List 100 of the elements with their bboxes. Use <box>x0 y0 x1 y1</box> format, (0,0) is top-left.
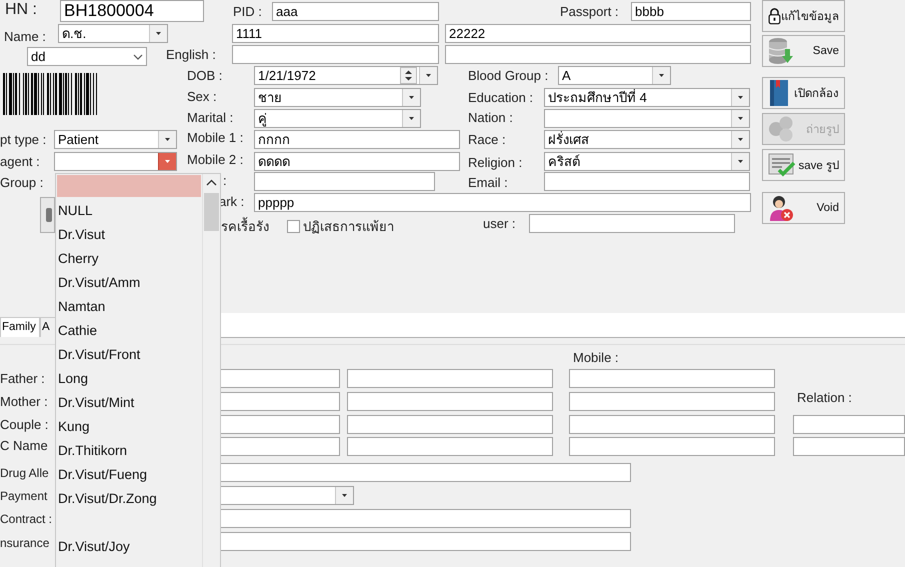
toolbar-button[interactable]: Save <box>762 35 845 67</box>
list-item[interactable]: Namtan <box>57 295 201 319</box>
list-item[interactable]: Dr.Visut <box>57 223 201 247</box>
text-field[interactable] <box>569 392 775 411</box>
database-icon <box>768 37 794 65</box>
scrollbar-thumb[interactable] <box>204 193 219 231</box>
list-item[interactable]: Dr.Visut/Joy <box>57 535 201 559</box>
field-label: Blood Group : <box>468 68 548 84</box>
text-field[interactable] <box>220 532 631 551</box>
field-label: user : <box>483 216 516 232</box>
field-label: Mobile : <box>573 350 619 366</box>
text-field[interactable] <box>445 45 751 64</box>
field-label: Mobile 1 : <box>187 130 244 146</box>
list-item[interactable]: NULL <box>57 199 201 223</box>
list-item[interactable]: Long <box>57 367 201 391</box>
text-field[interactable] <box>254 172 435 191</box>
list-item[interactable]: Kung <box>57 415 201 439</box>
text-field[interactable] <box>347 415 553 434</box>
field-label: Father : <box>0 371 45 387</box>
toolbar-button[interactable]: เปิดกล้อง <box>762 77 845 109</box>
text-field[interactable] <box>220 509 631 528</box>
text-field[interactable] <box>220 437 340 456</box>
text-field[interactable] <box>569 437 775 456</box>
list-item[interactable]: Dr.Visut/Amm <box>57 271 201 295</box>
list-item[interactable]: Dr.Visut/Dr.Zong <box>57 487 201 511</box>
chevron-icon <box>132 52 144 60</box>
text-field[interactable] <box>793 437 905 456</box>
checkbox[interactable] <box>287 220 300 233</box>
toolbar-button[interactable]: Void <box>762 192 845 224</box>
text-field[interactable] <box>569 415 775 434</box>
field-label: Mother : <box>0 394 48 410</box>
text-field[interactable] <box>529 214 735 233</box>
dropdown-field[interactable]: ชาย <box>254 88 421 107</box>
field-label: HN : <box>5 2 37 18</box>
list-item[interactable]: Dr.Visut/Fueng <box>57 463 201 487</box>
dropdown-field[interactable]: ฝรั่งเศส <box>544 130 750 149</box>
text-field[interactable]: BH1800004 <box>60 0 204 22</box>
field-label: : <box>223 173 227 189</box>
toolbar-button[interactable]: save รูป <box>762 149 845 181</box>
list-item[interactable]: Dr.Visut/Front <box>57 343 201 367</box>
dropdown-field[interactable] <box>544 109 750 128</box>
field-label: agent : <box>0 154 40 170</box>
text-field[interactable] <box>347 369 553 388</box>
text-field[interactable]: 22222 <box>445 24 751 43</box>
field-label: Drug Alle <box>0 465 49 481</box>
text-field[interactable] <box>220 415 340 434</box>
field-label: Passport : <box>560 4 619 20</box>
field-label: Nation : <box>468 110 513 126</box>
list-item[interactable]: Dr.Thitikorn <box>57 439 201 463</box>
person-icon <box>768 194 794 222</box>
text-field[interactable] <box>220 369 340 388</box>
dropdown-field[interactable] <box>220 486 354 505</box>
dropdown-field[interactable]: ด.ช. <box>58 24 168 43</box>
field-label: C Name <box>0 438 48 454</box>
text-field[interactable] <box>793 415 905 434</box>
text-field[interactable] <box>232 45 439 64</box>
text-field[interactable] <box>569 369 775 388</box>
field-label: pt type : <box>0 132 46 148</box>
text-field[interactable]: กกกก <box>254 130 460 149</box>
text-field[interactable]: ppppp <box>254 193 751 212</box>
text-field[interactable] <box>544 172 750 191</box>
field-label: Race : <box>468 132 506 148</box>
list-item[interactable]: Cathie <box>57 319 201 343</box>
dropdown-field[interactable]: ประถมศึกษาปีที่ 4 <box>544 88 750 107</box>
text-field[interactable]: 1111 <box>232 24 439 43</box>
text-field[interactable] <box>347 437 553 456</box>
tab[interactable]: A <box>40 317 56 337</box>
field-label: Sex : <box>187 89 217 105</box>
field-label: รคเรื้อรัง <box>221 219 269 235</box>
field-label: Couple : <box>0 417 48 433</box>
field-label: Group : <box>0 175 44 191</box>
field-label: Mobile 2 : <box>187 152 244 168</box>
list-item[interactable]: Dr.Visut/Mint <box>57 391 201 415</box>
spinner-icon <box>400 67 417 84</box>
text-field[interactable]: ดดดด <box>254 152 460 171</box>
text-field[interactable] <box>347 392 553 411</box>
field-label: PID : <box>233 4 262 20</box>
field-label: Religion : <box>468 155 522 171</box>
scrollbar[interactable] <box>202 174 220 567</box>
text-field[interactable] <box>220 392 340 411</box>
dropdown-field[interactable] <box>54 152 177 171</box>
field-label: Email : <box>468 175 508 191</box>
tab[interactable]: Family <box>0 317 40 337</box>
field-label: Contract : <box>0 511 52 527</box>
list-item[interactable]: Cherry <box>57 247 201 271</box>
field-label: Payment <box>0 488 48 504</box>
checklist-icon <box>768 152 796 178</box>
dropdown-field[interactable]: คริสต์ <box>544 152 750 171</box>
dropdown-field[interactable]: A <box>558 66 671 85</box>
icon-button[interactable] <box>40 197 55 233</box>
text-field[interactable]: bbbb <box>631 2 751 21</box>
text-field[interactable] <box>220 463 631 482</box>
dropdown-field[interactable]: คู่ <box>254 109 421 128</box>
field-label: Name : <box>4 29 46 45</box>
dropdown-field[interactable]: dd <box>27 47 147 66</box>
toolbar-button[interactable]: แก้ไขข้อมูล <box>762 0 845 32</box>
date-field[interactable]: 1/21/1972 <box>254 66 438 85</box>
text-field[interactable]: aaa <box>272 2 439 21</box>
dropdown-field[interactable]: Patient <box>54 130 177 149</box>
book-icon <box>768 79 790 107</box>
